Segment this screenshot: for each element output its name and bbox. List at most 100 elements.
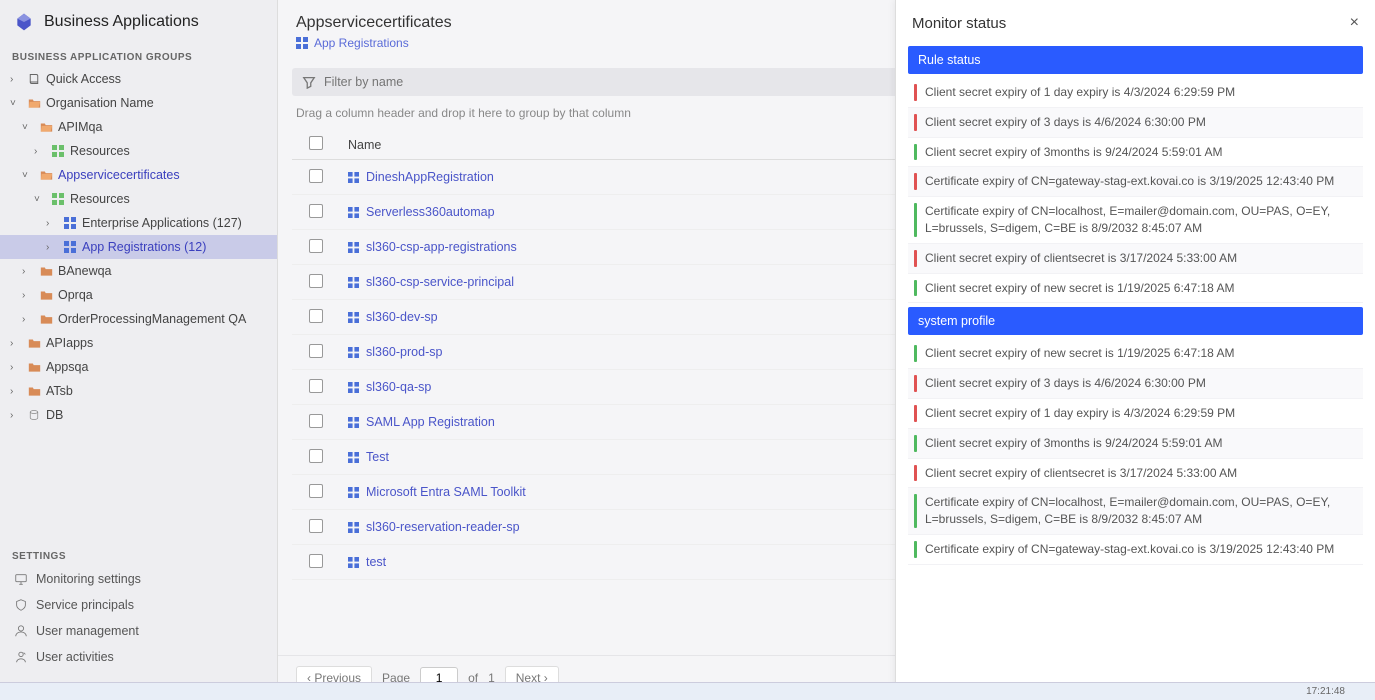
select-all-checkbox[interactable] xyxy=(309,136,323,150)
row-checkbox[interactable] xyxy=(309,519,323,533)
folder-closed-icon xyxy=(39,312,53,326)
row-name-link[interactable]: SAML App Registration xyxy=(366,415,495,429)
app-registration-icon xyxy=(348,382,359,393)
tree-item[interactable]: ›Enterprise Applications (127) xyxy=(0,211,277,235)
row-name-link[interactable]: sl360-dev-sp xyxy=(366,310,438,324)
app-registration-icon xyxy=(348,242,359,253)
status-row-text: Client secret expiry of 1 day expiry is … xyxy=(925,84,1357,101)
folder-closed-icon xyxy=(39,288,53,302)
chevron-down-icon: ˅ xyxy=(10,98,22,109)
settings-item[interactable]: User activities xyxy=(0,644,277,670)
monitor-status-panel: Monitor status × Rule status Client secre… xyxy=(895,0,1375,700)
status-color-bar xyxy=(914,494,917,528)
folder-closed-icon xyxy=(39,264,53,278)
status-row-text: Client secret expiry of new secret is 1/… xyxy=(925,280,1357,297)
panel-title: Monitor status xyxy=(912,15,1006,32)
status-row: Certificate expiry of CN=gateway-stag-ex… xyxy=(908,535,1363,565)
settings-item[interactable]: User management xyxy=(0,618,277,644)
book-icon xyxy=(27,72,41,86)
sidebar-tree: ›Quick Access ˅ Organisation Name ˅ APIMqa › R… xyxy=(0,67,277,537)
status-row-text: Client secret expiry of 3 days is 4/6/20… xyxy=(925,114,1357,131)
row-checkbox[interactable] xyxy=(309,274,323,288)
panel-section-header: Rule status xyxy=(908,46,1363,74)
tree-item[interactable]: ˅Appservicecertificates xyxy=(0,163,277,187)
tree-item[interactable]: ˅ APIMqa xyxy=(0,115,277,139)
tree-item[interactable]: ˅ Organisation Name xyxy=(0,91,277,115)
app-registration-icon xyxy=(348,417,359,428)
settings-item[interactable]: Service principals xyxy=(0,592,277,618)
tree-item[interactable]: ›DB xyxy=(0,403,277,427)
status-row-text: Certificate expiry of CN=localhost, E=ma… xyxy=(925,494,1357,528)
tree-item[interactable]: ˅Resources xyxy=(0,187,277,211)
tree-item-label: Resources xyxy=(70,144,271,158)
status-color-bar xyxy=(914,280,917,297)
status-row-text: Client secret expiry of 3months is 9/24/… xyxy=(925,144,1357,161)
status-row-text: Certificate expiry of CN=localhost, E=ma… xyxy=(925,203,1357,237)
row-checkbox[interactable] xyxy=(309,449,323,463)
tree-item-label: APIMqa xyxy=(58,120,271,134)
chevron-right-icon: › xyxy=(10,338,22,349)
tree-item-label: DB xyxy=(46,408,271,422)
row-checkbox[interactable] xyxy=(309,169,323,183)
row-checkbox[interactable] xyxy=(309,379,323,393)
chevron-right-icon: › xyxy=(46,218,58,229)
row-checkbox[interactable] xyxy=(309,344,323,358)
settings-item-label: Service principals xyxy=(36,598,134,612)
folder-closed-icon xyxy=(27,360,41,374)
chevron-right-icon: › xyxy=(22,314,34,325)
status-row: Client secret expiry of clientsecret is … xyxy=(908,244,1363,274)
tree-item-label: Appsqa xyxy=(46,360,271,374)
row-checkbox-cell xyxy=(292,519,340,536)
row-checkbox[interactable] xyxy=(309,239,323,253)
tree-item[interactable]: ›Quick Access xyxy=(0,67,277,91)
settings-item[interactable]: Monitoring settings xyxy=(0,566,277,592)
tree-item[interactable]: ›ATsb xyxy=(0,379,277,403)
row-checkbox-cell xyxy=(292,554,340,571)
tree-item[interactable]: ›Oprqa xyxy=(0,283,277,307)
row-name-link[interactable]: sl360-qa-sp xyxy=(366,380,431,394)
tree-item[interactable]: ›App Registrations (12) xyxy=(0,235,277,259)
chevron-right-icon: › xyxy=(46,242,58,253)
status-color-bar xyxy=(914,405,917,422)
row-checkbox-cell xyxy=(292,449,340,466)
tree-item-label: OrderProcessingManagement QA xyxy=(58,312,271,326)
app-registration-icon xyxy=(348,557,359,568)
apps-icon xyxy=(63,240,77,254)
row-name-link[interactable]: test xyxy=(366,555,386,569)
app-registration-icon xyxy=(348,277,359,288)
tree-item[interactable]: ›Appsqa xyxy=(0,355,277,379)
status-row: Client secret expiry of new secret is 1/… xyxy=(908,339,1363,369)
status-row: Client secret expiry of 3 days is 4/6/20… xyxy=(908,369,1363,399)
chevron-down-icon: ˅ xyxy=(22,122,34,133)
chevron-right-icon: › xyxy=(34,146,46,157)
user-icon xyxy=(14,624,28,638)
tree-item-label: ATsb xyxy=(46,384,271,398)
panel-close-button[interactable]: × xyxy=(1350,14,1359,32)
row-checkbox[interactable] xyxy=(309,484,323,498)
status-row-text: Client secret expiry of 1 day expiry is … xyxy=(925,405,1357,422)
row-name-link[interactable]: Serverless360automap xyxy=(366,205,495,219)
row-name-link[interactable]: Test xyxy=(366,450,389,464)
tree-item-label: Organisation Name xyxy=(46,96,271,110)
row-checkbox[interactable] xyxy=(309,414,323,428)
row-checkbox[interactable] xyxy=(309,309,323,323)
row-name-link[interactable]: DineshAppRegistration xyxy=(366,170,494,184)
status-row: Certificate expiry of CN=gateway-stag-ex… xyxy=(908,167,1363,197)
row-name-link[interactable]: sl360-reservation-reader-sp xyxy=(366,520,520,534)
tree-item[interactable]: › Resources xyxy=(0,139,277,163)
panel-body: Rule status Client secret expiry of 1 day… xyxy=(896,42,1375,700)
row-name-link[interactable]: sl360-prod-sp xyxy=(366,345,442,359)
tree-item[interactable]: › OrderProcessingManagement QA xyxy=(0,307,277,331)
chevron-right-icon: › xyxy=(10,74,22,85)
row-checkbox[interactable] xyxy=(309,554,323,568)
app-registration-icon xyxy=(348,207,359,218)
tree-item-label: Oprqa xyxy=(58,288,271,302)
sidebar: Business Applications BUSINESS APPLICATI… xyxy=(0,0,278,700)
tree-item[interactable]: ›APIapps xyxy=(0,331,277,355)
tree-item[interactable]: ›BAnewqa xyxy=(0,259,277,283)
row-checkbox[interactable] xyxy=(309,204,323,218)
row-name-link[interactable]: sl360-csp-service-principal xyxy=(366,275,514,289)
status-color-bar xyxy=(914,144,917,161)
row-name-link[interactable]: sl360-csp-app-registrations xyxy=(366,240,517,254)
row-name-link[interactable]: Microsoft Entra SAML Toolkit xyxy=(366,485,526,499)
